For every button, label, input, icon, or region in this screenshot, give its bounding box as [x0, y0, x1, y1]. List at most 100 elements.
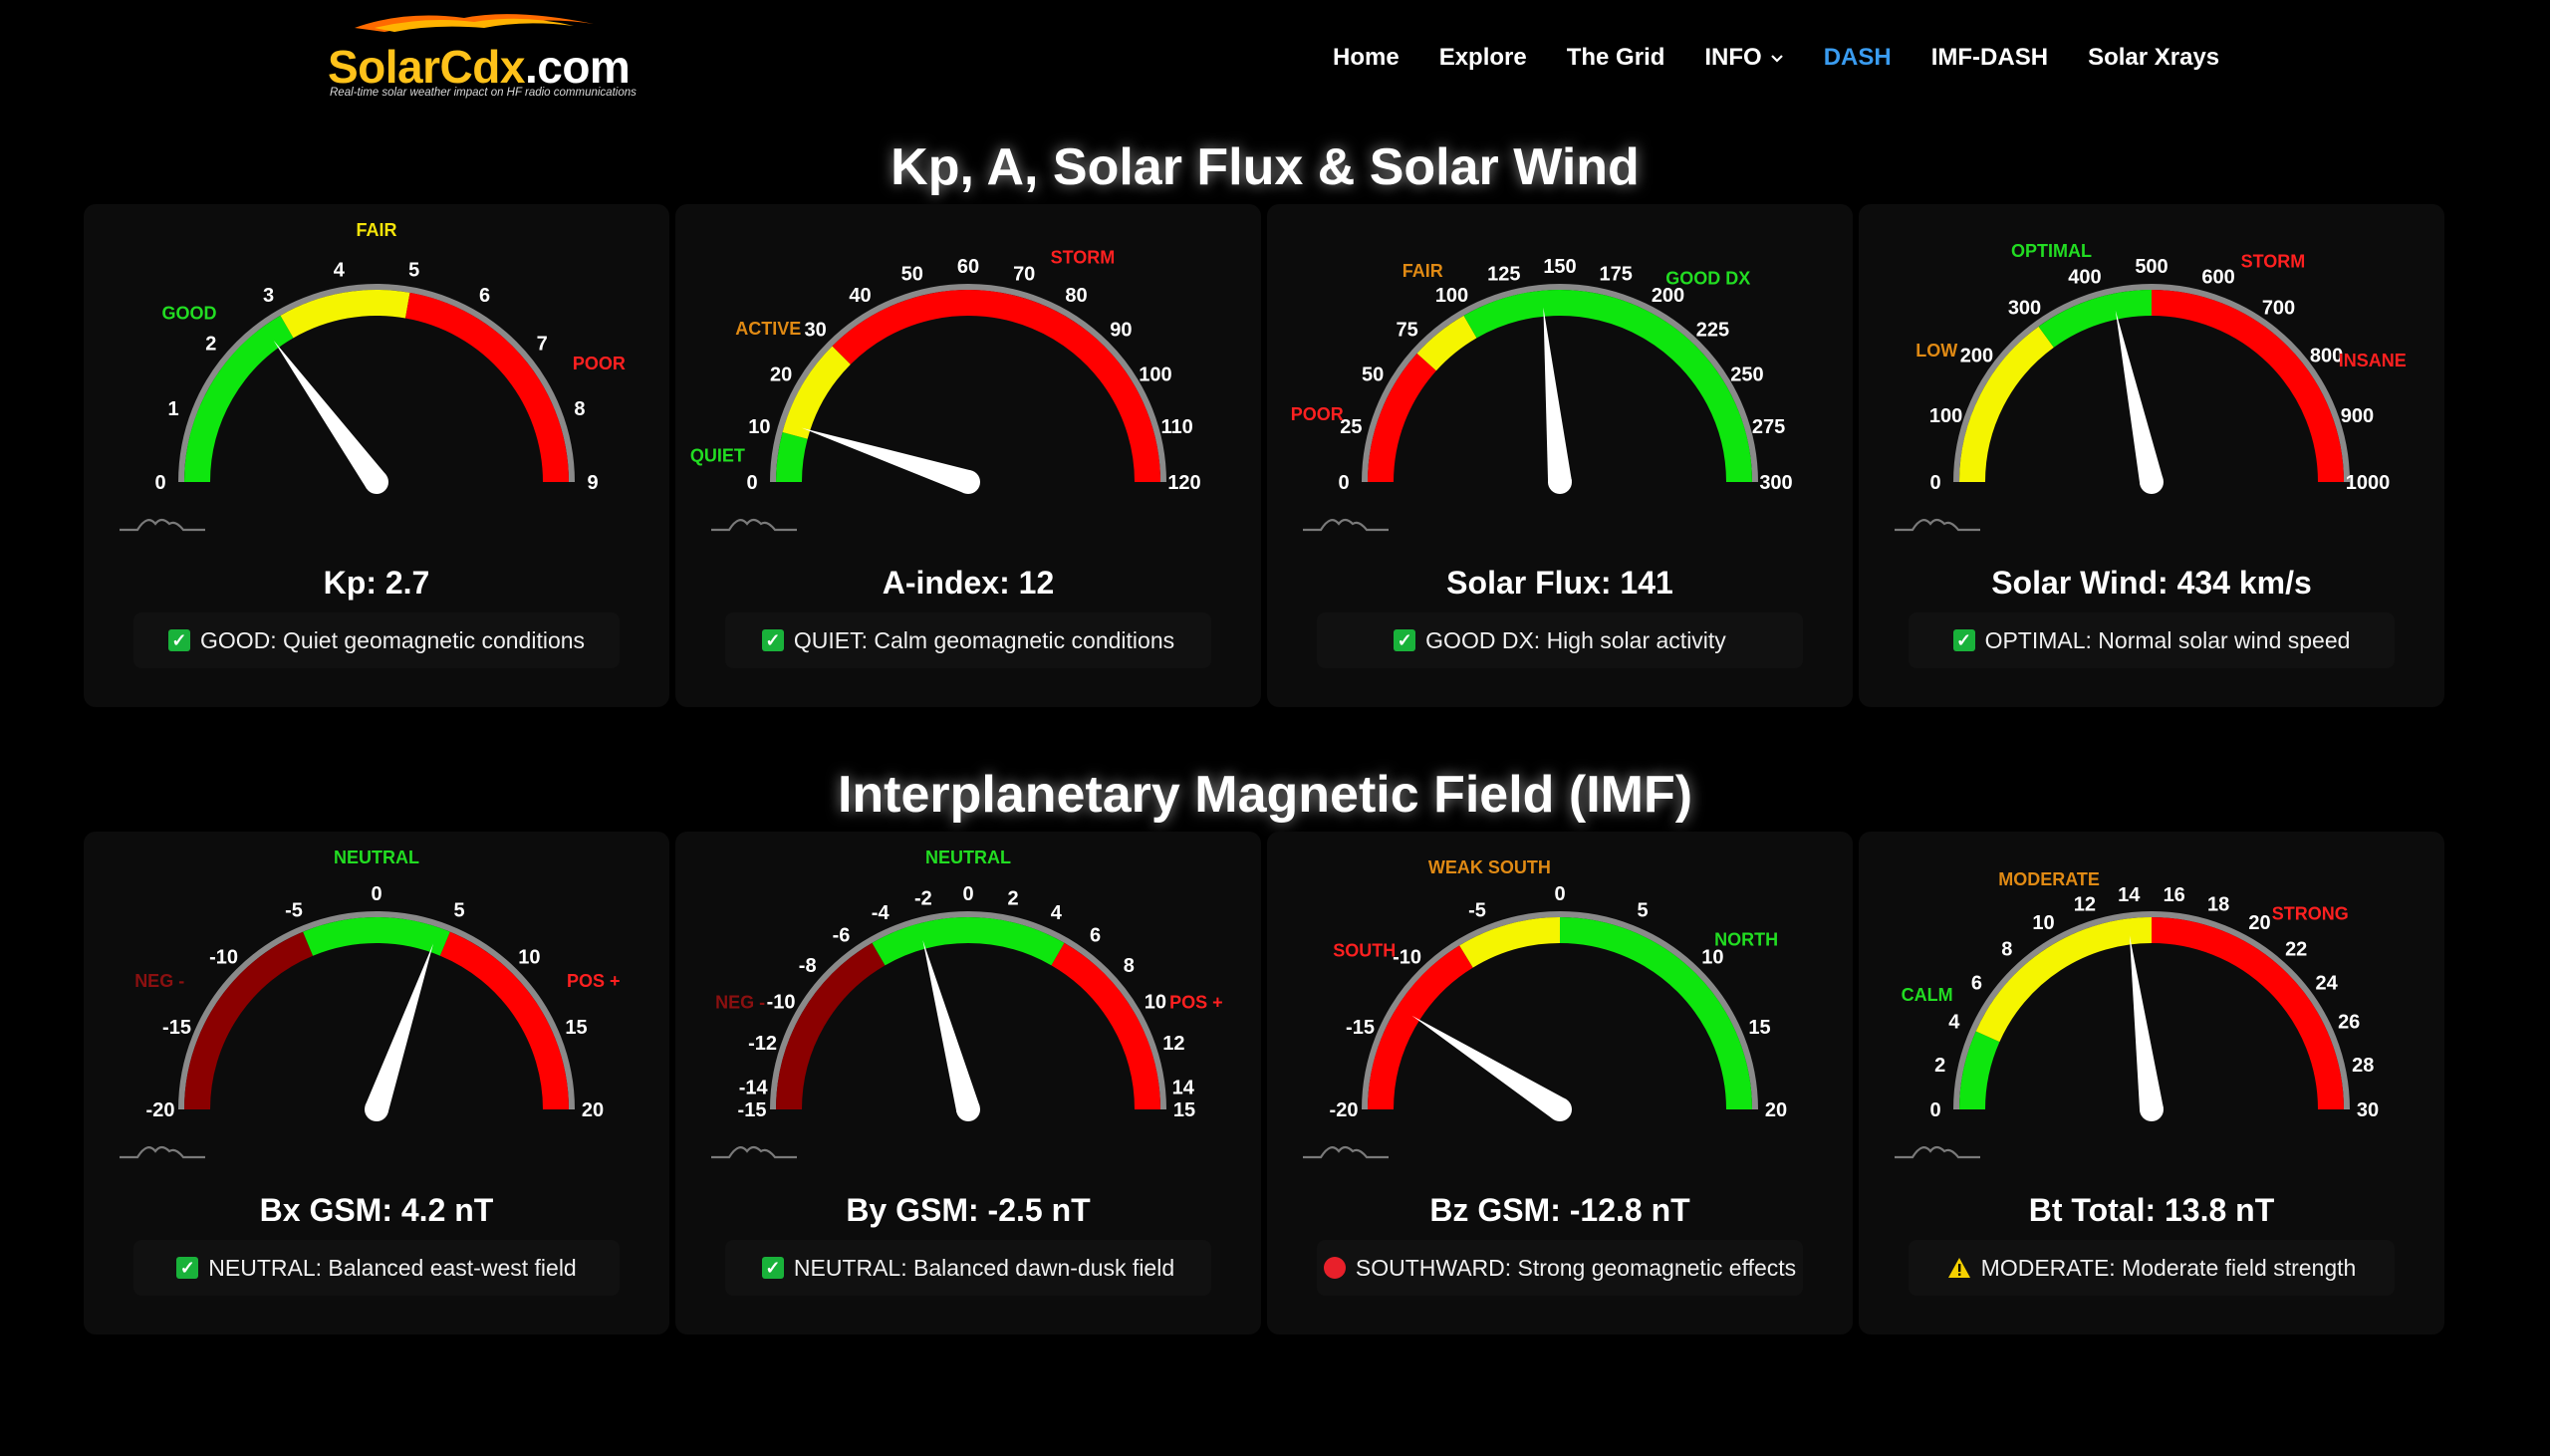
tick-label: 26 [2338, 1012, 2360, 1034]
nav-imf-dash[interactable]: IMF-DASH [1931, 44, 2048, 72]
tick-label: 5 [408, 259, 419, 281]
tick-label: 125 [1487, 263, 1520, 285]
tick-label: -4 [872, 902, 891, 924]
zone-label: LOW [1915, 341, 1957, 361]
gauge-card-wind: 0 100 200 300 400 500 600 700 800 900 1000 LOW OPTIM… [1859, 204, 2444, 707]
site-logo[interactable]: SolarCdx.com Real-time solar weather imp… [325, 8, 653, 108]
needle-hub [2140, 470, 2164, 494]
flame-icon [355, 14, 594, 32]
gauge-band-red [2151, 290, 2344, 483]
tick-label: 100 [1929, 405, 1962, 427]
zone-label: NEUTRAL [925, 848, 1011, 867]
tick-label: 200 [1652, 285, 1684, 307]
nav-solar-xrays[interactable]: Solar Xrays [2088, 44, 2219, 72]
gauge-card-bt: 0 2 4 6 8 10 12 14 16 18 20 22 24 26 28 30 CALM MODERATE S… [1859, 832, 2444, 1335]
wave-path [711, 518, 797, 532]
tick-label: 250 [1730, 364, 1763, 386]
check-icon: ✓ [167, 629, 190, 651]
tick-label: 15 [565, 1017, 587, 1039]
wave-icon [711, 1145, 797, 1159]
zone-label: NEG - [715, 992, 765, 1012]
tick-label: -12 [748, 1033, 777, 1055]
gauge-value-bt: Bt Total: 13.8 nT [2028, 1192, 2275, 1228]
tick-label: -2 [914, 888, 932, 910]
gauge-status-text: GOOD: Quiet geomagnetic conditions [199, 626, 586, 653]
wave-icon [1895, 518, 1980, 532]
tick-label: -10 [1393, 947, 1421, 969]
needle-hub [2140, 1097, 2164, 1121]
gauge-needle [801, 427, 972, 494]
gauge-card-bx: -20 -15 -10 -5 0 5 10 15 20 NEG - NEUTRAL POS + Bx G… [84, 832, 669, 1335]
tick-label: 15 [1173, 1099, 1195, 1121]
tick-label: 9 [587, 472, 598, 494]
nav-the-grid[interactable]: The Grid [1567, 44, 1665, 72]
circle-icon [1323, 1257, 1346, 1279]
zone-label: POS + [1169, 992, 1223, 1012]
tick-label: 50 [901, 263, 923, 285]
tick-label: 0 [1554, 883, 1565, 905]
tick-label: 10 [518, 947, 540, 969]
zone-label: MODERATE [1998, 869, 2100, 889]
zone-label: STORM [1051, 248, 1116, 268]
tick-label: 4 [1948, 1012, 1960, 1034]
tick-label: -14 [739, 1077, 769, 1098]
tick-label: 6 [1971, 973, 1982, 995]
logo-tagline: Real-time solar weather impact on HF rad… [330, 87, 637, 99]
zone-label: NEG - [134, 971, 184, 991]
tick-label: 600 [2201, 267, 2234, 289]
tick-label: -5 [1468, 900, 1486, 922]
tick-label: 80 [1065, 285, 1087, 307]
gauge-needle [273, 340, 386, 490]
gauge-value-kp: Kp: 2.7 [323, 565, 430, 601]
tick-label: 0 [962, 883, 973, 905]
tick-label: 6 [479, 285, 490, 307]
gauge-dial-wind: 0100200300400 500 6007008009001000LOWOPTIM… [1915, 241, 2407, 494]
tick-label: -20 [1330, 1099, 1359, 1121]
wave-path [1895, 1145, 1980, 1159]
gauge-dial-bz: -20 -15 -10 -5 0 5 10 15 20 SOUTH WEAK SOUTH NORTH [1330, 857, 1787, 1121]
tick-label: 8 [1124, 955, 1135, 977]
tick-label: 0 [154, 472, 165, 494]
wave-path [1895, 518, 1980, 532]
zone-label: STRONG [2272, 903, 2349, 923]
gauge-band-green [1959, 1031, 2000, 1110]
nav-explore[interactable]: Explore [1439, 44, 1527, 72]
tick-label: 18 [2207, 894, 2229, 916]
gauge-status-text: QUIET: Calm geomagnetic conditions [793, 626, 1175, 653]
tick-label: 22 [2285, 939, 2307, 961]
needle-hub [956, 1097, 980, 1121]
gauge-band-red [1368, 945, 1473, 1110]
needle-hub [1548, 1097, 1572, 1121]
nav-dash[interactable]: DASH [1824, 44, 1892, 72]
gauge-needle [1543, 307, 1572, 484]
tick-label: 10 [1145, 992, 1166, 1014]
tick-label: 200 [1960, 346, 1993, 367]
tick-label: 20 [582, 1099, 604, 1121]
zone-label: NEUTRAL [334, 848, 419, 867]
gauge-status-text: NEUTRAL: Balanced dawn-dusk field [793, 1254, 1175, 1281]
tick-label: 20 [770, 364, 792, 386]
tick-label: 0 [371, 883, 382, 905]
gauge-value-bx: Bx GSM: 4.2 nT [259, 1192, 494, 1228]
gauge-band-red [404, 292, 569, 483]
tick-label: 5 [1637, 900, 1648, 922]
needle-hub [365, 470, 388, 494]
gauge-band-green [303, 917, 450, 956]
nav-info[interactable]: INFO [1704, 44, 1783, 72]
gauge-status-text: GOOD DX: High solar activity [1425, 626, 1726, 653]
nav-home[interactable]: Home [1333, 44, 1400, 72]
gauge-status-by: ✓ NEUTRAL: Balanced dawn-dusk field [725, 1240, 1211, 1296]
tick-label: -10 [209, 947, 238, 969]
tick-label: 70 [1013, 263, 1035, 285]
tick-label: 100 [1435, 285, 1468, 307]
wave-path [1303, 1145, 1389, 1159]
tick-label: 16 [2164, 884, 2185, 906]
gauge-status-kp: ✓ GOOD: Quiet geomagnetic conditions [133, 612, 620, 668]
tick-label: 2 [205, 334, 216, 356]
gauge-band-darkred [184, 931, 314, 1110]
gauge-needle [922, 940, 980, 1113]
tick-label: 60 [957, 256, 979, 278]
tick-label: 15 [1748, 1017, 1770, 1039]
zone-label: GOOD [161, 304, 216, 324]
gauge-band-green [872, 917, 1065, 966]
